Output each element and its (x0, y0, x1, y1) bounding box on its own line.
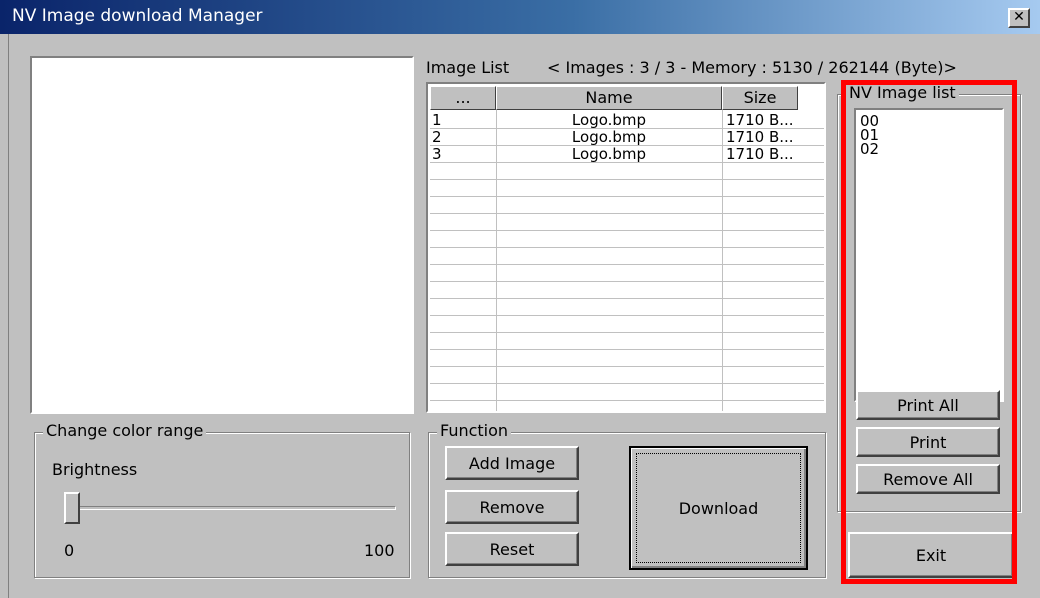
reset-button[interactable]: Reset (445, 532, 579, 566)
table-row[interactable]: 1 Logo.bmp 1710 B... (430, 112, 824, 129)
function-label: Function (437, 421, 512, 441)
column-header-size[interactable]: Size (722, 86, 798, 110)
brightness-label: Brightness (52, 460, 138, 479)
row-size: 1710 B... (726, 129, 794, 146)
table-row-empty (430, 316, 824, 333)
table-row[interactable]: 3 Logo.bmp 1710 B... (430, 146, 824, 163)
focus-rectangle (636, 453, 801, 563)
table-row-empty (430, 299, 824, 316)
color-range-group: Change color range (34, 421, 410, 578)
image-preview (30, 56, 414, 414)
table-row-empty (430, 231, 824, 248)
close-button[interactable]: ✕ (1008, 8, 1030, 28)
table-row-empty (430, 384, 824, 401)
table-row-empty (430, 163, 824, 180)
remove-button[interactable]: Remove (445, 490, 579, 524)
row-name: Logo.bmp (571, 129, 647, 146)
row-size: 1710 B... (726, 146, 794, 163)
add-image-button[interactable]: Add Image (445, 446, 579, 480)
download-button[interactable]: Download (629, 446, 808, 570)
row-index: 1 (432, 112, 442, 129)
row-name: Logo.bmp (571, 146, 647, 163)
image-list-summary: < Images : 3 / 3 - Memory : 5130 / 26214… (547, 58, 957, 77)
table-row-empty (430, 197, 824, 214)
table-row-empty (430, 248, 824, 265)
row-index: 3 (432, 146, 442, 163)
column-header-name[interactable]: Name (496, 86, 722, 110)
window-frame (0, 34, 9, 598)
table-row-empty (430, 180, 824, 197)
table-row-empty (430, 214, 824, 231)
brightness-slider-track[interactable] (66, 506, 396, 510)
table-row-empty (430, 282, 824, 299)
image-list-grid[interactable]: ... Name Size 1 Logo.bmp 1710 B... 2 Log… (426, 82, 826, 413)
image-list-label: Image List (426, 58, 510, 77)
row-index: 2 (432, 129, 442, 146)
table-row-empty (430, 333, 824, 350)
slider-min-label: 0 (64, 541, 75, 560)
title-bar: NV Image download Manager ✕ (0, 0, 1040, 34)
table-row-empty (430, 265, 824, 282)
table-row[interactable]: 2 Logo.bmp 1710 B... (430, 129, 824, 146)
table-row-empty (430, 367, 824, 384)
brightness-slider-thumb[interactable] (64, 492, 80, 524)
window-title: NV Image download Manager (12, 6, 263, 26)
row-name: Logo.bmp (571, 112, 647, 129)
close-icon: ✕ (1013, 9, 1025, 25)
column-header-index[interactable]: ... (430, 86, 496, 110)
row-size: 1710 B... (726, 112, 794, 129)
color-range-label: Change color range (43, 421, 207, 441)
slider-max-label: 100 (364, 541, 395, 560)
highlight-rectangle (841, 80, 1017, 584)
table-row-empty (430, 350, 824, 367)
